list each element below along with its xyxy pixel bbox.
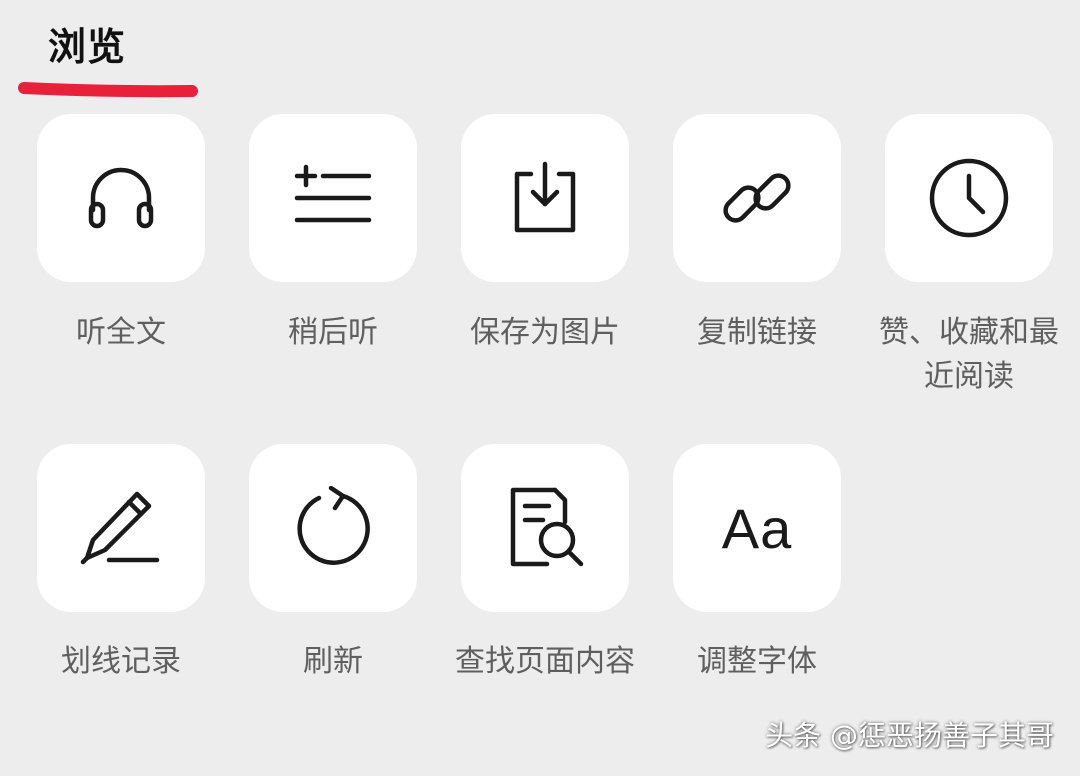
listen-later-button[interactable]	[249, 114, 417, 282]
listen-full-text-button[interactable]	[37, 114, 205, 282]
section-title-underline	[18, 82, 198, 98]
likes-favorites-history-button[interactable]	[885, 114, 1053, 282]
copy-link-label: 复制链接	[697, 315, 817, 350]
save-as-image-label: 保存为图片	[470, 315, 620, 350]
download-to-tray-icon	[514, 161, 576, 233]
listen-later-label: 稍后听	[288, 315, 378, 350]
section-title: 浏览	[48, 25, 127, 69]
link-icon	[723, 173, 791, 223]
refresh-icon	[297, 486, 370, 565]
likes-favorites-history-label: 赞、收藏和最近阅读	[879, 315, 1059, 394]
add-to-playlist-icon	[294, 164, 372, 223]
clock-icon	[929, 158, 1009, 238]
headphones-icon	[88, 167, 154, 229]
highlight-records-label: 划线记录	[61, 644, 181, 679]
find-in-page-button[interactable]	[461, 444, 629, 612]
adjust-font-button[interactable]: Aa	[673, 444, 841, 612]
adjust-font-label: 调整字体	[697, 644, 817, 679]
watermark-text: 头条 @惩恶扬善子其哥	[765, 719, 1054, 752]
refresh-button[interactable]	[249, 444, 417, 612]
pen-underline-icon	[80, 491, 160, 565]
highlight-records-button[interactable]	[37, 444, 205, 612]
refresh-label: 刷新	[303, 644, 363, 679]
save-as-image-button[interactable]	[461, 114, 629, 282]
copy-link-button[interactable]	[673, 114, 841, 282]
font-size-icon: Aa	[721, 496, 793, 560]
listen-full-text-label: 听全文	[76, 315, 166, 350]
document-search-icon	[510, 487, 584, 567]
find-in-page-label: 查找页面内容	[455, 644, 635, 679]
